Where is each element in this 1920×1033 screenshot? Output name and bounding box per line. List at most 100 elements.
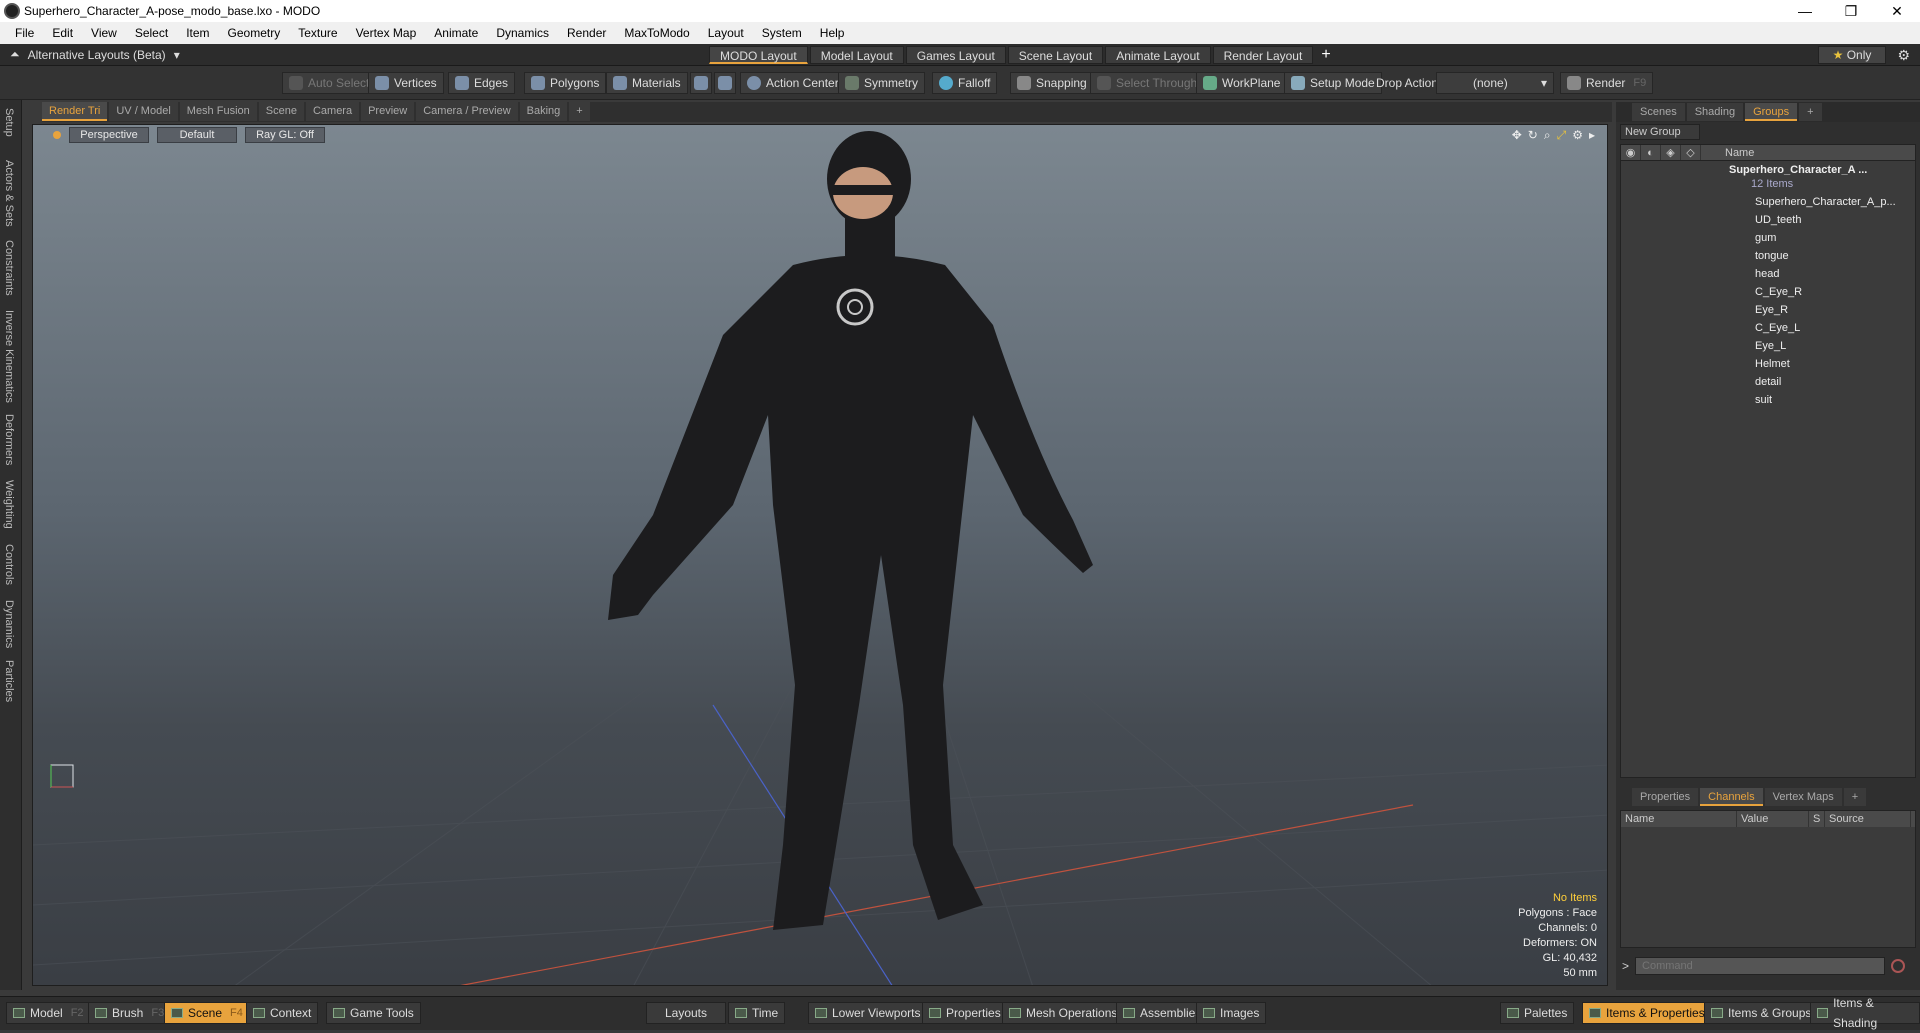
tab-shading[interactable]: Shading bbox=[1686, 103, 1744, 121]
only-button[interactable]: ★ Only bbox=[1818, 46, 1886, 64]
menu-view[interactable]: View bbox=[82, 26, 126, 40]
list-item[interactable]: Superhero_Character_A_p... bbox=[1621, 193, 1915, 211]
auto-select-button[interactable]: Auto Select bbox=[282, 72, 377, 94]
view-perspective-dropdown[interactable]: Perspective bbox=[69, 127, 149, 143]
edges-button[interactable]: Edges bbox=[448, 72, 516, 94]
menu-layout[interactable]: Layout bbox=[699, 26, 753, 40]
menu-animate[interactable]: Animate bbox=[425, 26, 487, 40]
setup-mode-button[interactable]: Setup Mode bbox=[1284, 72, 1382, 94]
tab-channels[interactable]: Channels bbox=[1700, 788, 1763, 806]
list-item[interactable]: UD_teeth bbox=[1621, 211, 1915, 229]
new-group-button[interactable]: New Group bbox=[1620, 124, 1700, 140]
model-button[interactable]: Model F2 bbox=[6, 1002, 91, 1024]
items-shading-button[interactable]: Items & Shading bbox=[1810, 996, 1920, 1030]
pan-icon[interactable]: ✥ bbox=[1512, 128, 1522, 143]
properties-button[interactable]: Properties bbox=[922, 1002, 1008, 1024]
menu-geometry[interactable]: Geometry bbox=[219, 26, 290, 40]
shield-select-button[interactable] bbox=[690, 72, 712, 94]
menu-vertex-map[interactable]: Vertex Map bbox=[347, 26, 426, 40]
tab-scene[interactable]: Scene bbox=[258, 102, 304, 121]
assemblies-button[interactable]: Assemblies bbox=[1116, 1002, 1209, 1024]
sidebar-tab-setup[interactable]: Setup bbox=[3, 108, 15, 137]
select-icon[interactable]: ◇ bbox=[1681, 145, 1701, 160]
falloff-button[interactable]: Falloff bbox=[932, 72, 998, 94]
action-center-button[interactable]: Action Center bbox=[740, 72, 846, 94]
restore-button[interactable]: ❐ bbox=[1828, 0, 1874, 22]
tab-mesh-fusion[interactable]: Mesh Fusion bbox=[179, 102, 257, 121]
menu-render[interactable]: Render bbox=[558, 26, 615, 40]
tab-modo-layout[interactable]: MODO Layout bbox=[709, 46, 808, 64]
tab-camera-preview[interactable]: Camera / Preview bbox=[416, 102, 518, 121]
list-item[interactable]: Eye_L bbox=[1621, 337, 1915, 355]
vertices-button[interactable]: Vertices bbox=[368, 72, 444, 94]
minimize-button[interactable]: — bbox=[1782, 0, 1828, 22]
tab-scenes[interactable]: Scenes bbox=[1632, 103, 1685, 121]
list-item[interactable]: C_Eye_R bbox=[1621, 283, 1915, 301]
tab-groups[interactable]: Groups bbox=[1745, 103, 1798, 121]
add-layout-icon[interactable]: + bbox=[1315, 46, 1336, 64]
tab-properties[interactable]: Properties bbox=[1632, 788, 1699, 806]
list-item[interactable]: Eye_R bbox=[1621, 301, 1915, 319]
expand-arrow-icon[interactable]: ▸ bbox=[1589, 128, 1595, 143]
menu-file[interactable]: File bbox=[6, 26, 43, 40]
scene-button[interactable]: Scene F4 bbox=[164, 1002, 250, 1024]
tab-model-layout[interactable]: Model Layout bbox=[809, 46, 904, 64]
tab-preview[interactable]: Preview bbox=[361, 102, 415, 121]
record-icon[interactable] bbox=[1891, 959, 1906, 973]
select-through-button[interactable]: Select Through bbox=[1090, 72, 1205, 94]
fit-icon[interactable]: ⤢ bbox=[1557, 128, 1567, 143]
eye-icon[interactable]: ◉ bbox=[1621, 145, 1641, 160]
add-tab-icon[interactable]: + bbox=[1799, 103, 1822, 121]
column-value[interactable]: Value bbox=[1737, 811, 1809, 827]
time-button[interactable]: Time bbox=[728, 1002, 786, 1024]
column-source[interactable]: Source bbox=[1825, 811, 1911, 827]
list-item[interactable]: detail bbox=[1621, 373, 1915, 391]
snapping-button[interactable]: Snapping bbox=[1010, 72, 1094, 94]
add-tab-icon[interactable]: + bbox=[569, 102, 590, 121]
menu-item[interactable]: Item bbox=[177, 26, 218, 40]
raygl-toggle[interactable]: Ray GL: Off bbox=[245, 127, 325, 143]
column-s[interactable]: S bbox=[1809, 811, 1825, 827]
menu-help[interactable]: Help bbox=[811, 26, 854, 40]
tab-camera[interactable]: Camera bbox=[305, 102, 360, 121]
context-button[interactable]: Context bbox=[246, 1002, 319, 1024]
gear-icon[interactable]: ⚙ bbox=[1897, 47, 1910, 64]
command-input[interactable] bbox=[1635, 957, 1886, 975]
list-item[interactable]: tongue bbox=[1621, 247, 1915, 265]
sidebar-tab-actors-sets[interactable]: Actors & Sets bbox=[3, 160, 15, 227]
tab-games-layout[interactable]: Games Layout bbox=[905, 46, 1006, 64]
tab-render-layout[interactable]: Render Layout bbox=[1212, 46, 1314, 64]
render-visibility-icon[interactable]: ◈ bbox=[1661, 145, 1681, 160]
render-button[interactable]: Render F9 bbox=[1560, 72, 1654, 94]
menu-system[interactable]: System bbox=[753, 26, 811, 40]
sidebar-tab-deformers[interactable]: Deformers bbox=[3, 414, 15, 465]
sidebar-tab-particles[interactable]: Particles bbox=[3, 660, 15, 702]
lock-icon[interactable]: ◐ bbox=[1641, 145, 1661, 160]
menu-maxtomodo[interactable]: MaxToModo bbox=[615, 26, 698, 40]
materials-button[interactable]: Materials bbox=[606, 72, 688, 94]
sidebar-tab-weighting[interactable]: Weighting bbox=[3, 480, 15, 529]
alternative-layouts-dropdown[interactable]: ⏶ Alternative Layouts (Beta) ▾ bbox=[10, 47, 180, 62]
tab-uv-model[interactable]: UV / Model bbox=[109, 102, 178, 121]
menu-edit[interactable]: Edit bbox=[43, 26, 82, 40]
add-tab-icon[interactable]: + bbox=[1843, 788, 1867, 806]
name-column-header[interactable]: Name bbox=[1701, 145, 1754, 160]
menu-dynamics[interactable]: Dynamics bbox=[487, 26, 558, 40]
symmetry-button[interactable]: Symmetry bbox=[838, 72, 925, 94]
lower-viewports-button[interactable]: Lower Viewports bbox=[808, 1002, 928, 1024]
menu-select[interactable]: Select bbox=[126, 26, 177, 40]
workplane-button[interactable]: WorkPlane bbox=[1196, 72, 1288, 94]
close-button[interactable]: ✕ bbox=[1874, 0, 1920, 22]
viewport-status-icon[interactable] bbox=[53, 131, 61, 139]
palettes-button[interactable]: Palettes bbox=[1500, 1002, 1575, 1024]
list-item[interactable]: Helmet bbox=[1621, 355, 1915, 373]
layouts-button[interactable]: Layouts bbox=[646, 1002, 726, 1024]
viewport-settings-icon[interactable]: ⚙ bbox=[1572, 128, 1583, 143]
tab-scene-layout[interactable]: Scene Layout bbox=[1007, 46, 1104, 64]
sidebar-tab-dynamics[interactable]: Dynamics bbox=[3, 600, 15, 648]
drop-action-select[interactable]: (none) ▾ bbox=[1436, 72, 1554, 94]
shading-style-dropdown[interactable]: Default bbox=[157, 127, 237, 143]
items-properties-button[interactable]: Items & Properties bbox=[1582, 1002, 1712, 1024]
mesh-operations-button[interactable]: Mesh Operations bbox=[1002, 1002, 1125, 1024]
sidebar-tab-inverse-kinematics[interactable]: Inverse Kinematics bbox=[3, 310, 15, 403]
